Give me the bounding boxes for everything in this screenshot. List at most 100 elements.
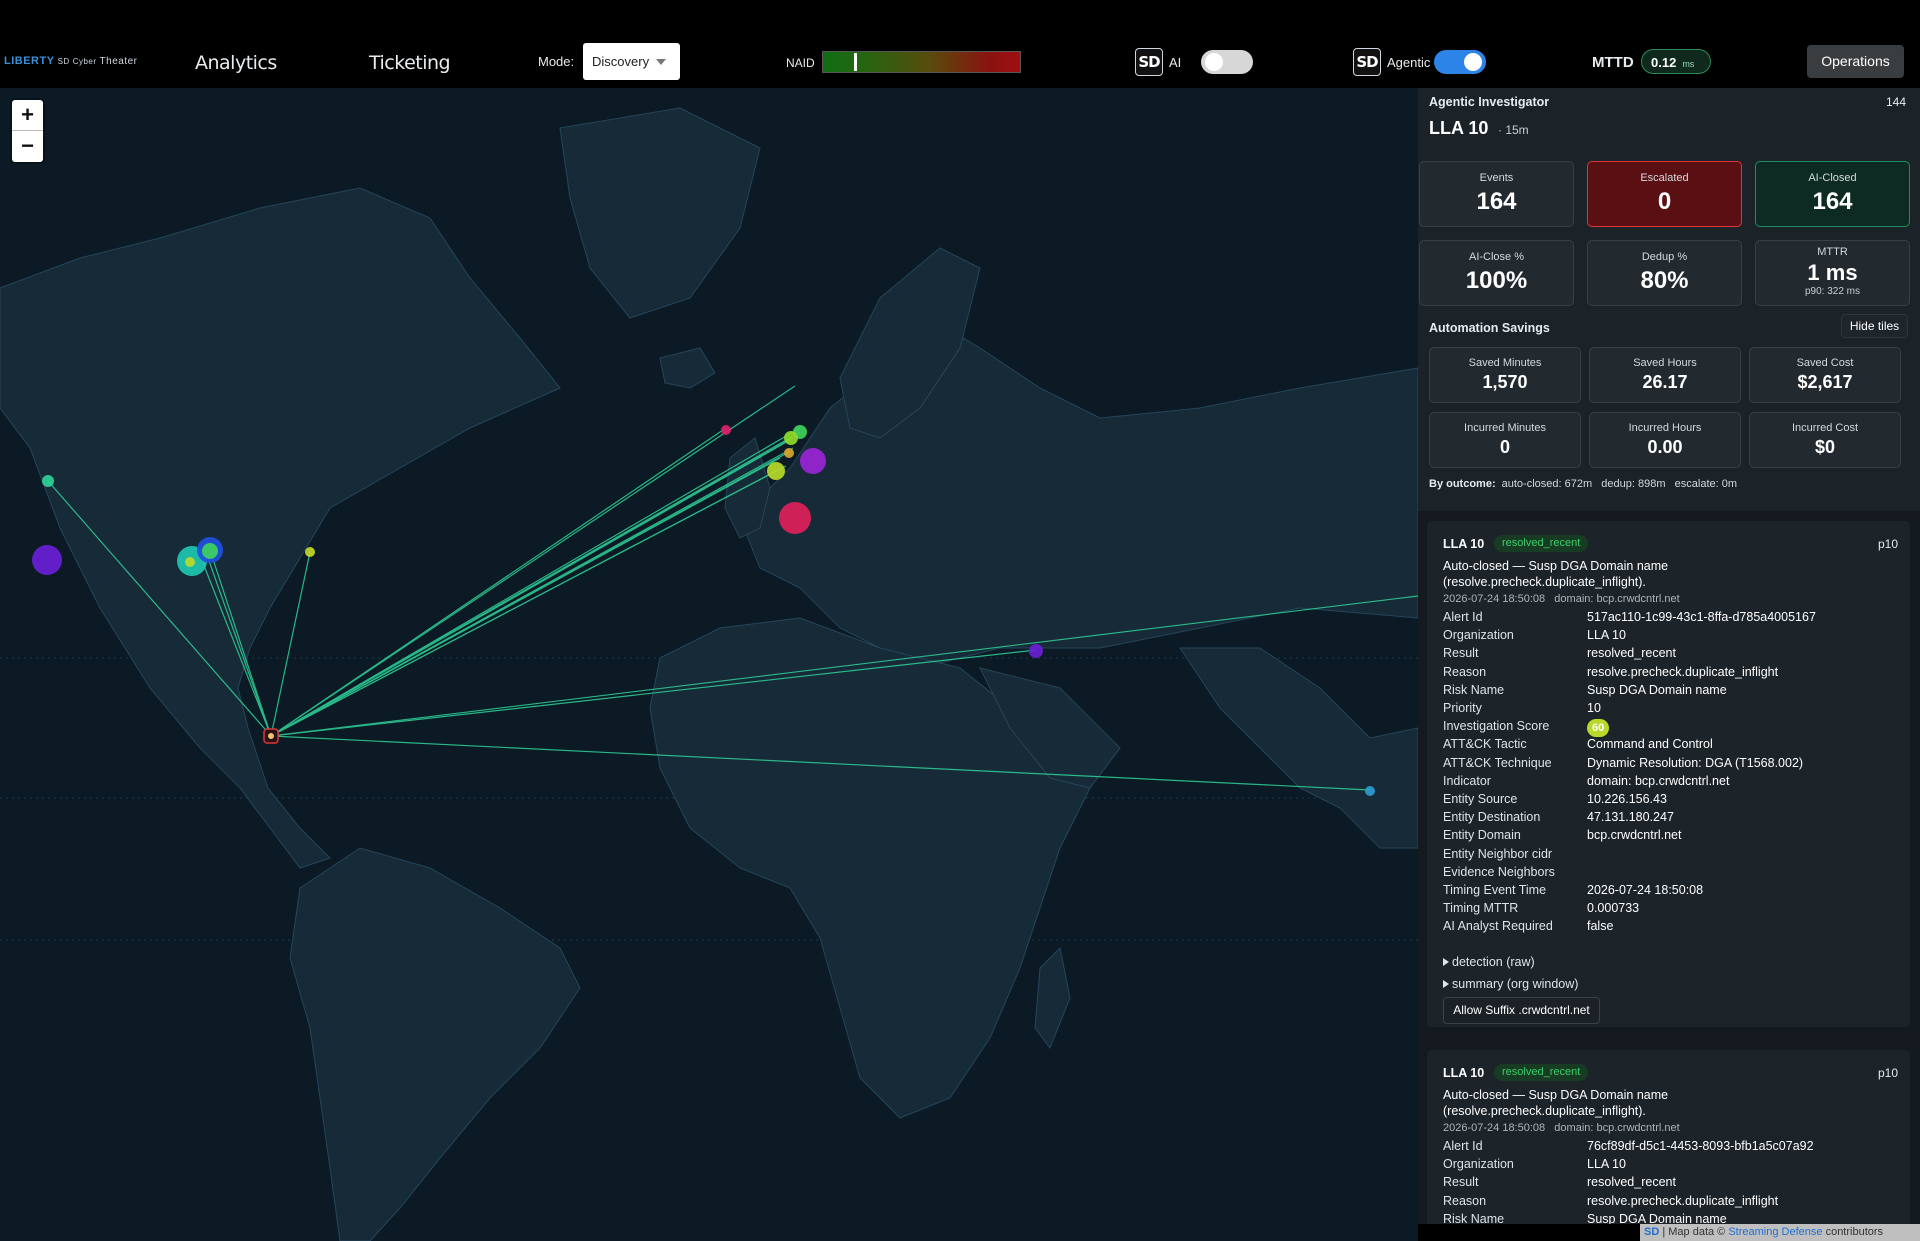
land-north-america: [0, 187, 561, 869]
tile-ai-close-pct[interactable]: AI-Close % 100%: [1419, 240, 1574, 306]
field-value: resolved_recent: [1587, 646, 1676, 661]
event-node[interactable]: [767, 462, 785, 480]
field-row: Investigation Score 60: [1443, 719, 1903, 738]
event-node[interactable]: [185, 557, 195, 567]
result-badge: resolved_recent: [1494, 1064, 1589, 1081]
agentic-toggle[interactable]: [1434, 50, 1486, 74]
mode-select[interactable]: Discovery: [583, 43, 680, 80]
panel-header: Agentic Investigator 144 LLA 10 · 15m Ev…: [1418, 88, 1920, 511]
tile-value: $0: [1814, 437, 1836, 457]
zoom-control: + −: [12, 100, 43, 162]
hide-tiles-button[interactable]: Hide tiles: [1841, 314, 1908, 338]
tile-label: Saved Cost: [1796, 357, 1854, 369]
event-node[interactable]: [784, 431, 798, 445]
field-key: Timing MTTR: [1443, 901, 1519, 916]
field-value: Susp DGA Domain name: [1587, 1211, 1727, 1224]
field-value: LLA 10: [1587, 1157, 1626, 1172]
land-greenland: [559, 107, 761, 319]
event-node[interactable]: [42, 475, 54, 487]
event-node[interactable]: [800, 448, 826, 474]
field-value: 2026-07-24 18:50:08: [1587, 883, 1704, 897]
card-summary: Auto-closed — Susp DGA Domain name (reso…: [1443, 559, 1669, 589]
naid-gauge: [822, 51, 1021, 73]
tile-saved-hours: Saved Hours 26.17: [1589, 347, 1741, 403]
by-outcome: By outcome: auto-closed: 672m dedup: 898m…: [1429, 478, 1737, 490]
brand-sub: SD: [57, 57, 70, 66]
field-row: Result resolved_recent: [1443, 646, 1903, 664]
chevron-down-icon: [656, 59, 666, 65]
tile-ai-closed[interactable]: AI-Closed 164: [1755, 161, 1910, 227]
tile-saved-minutes: Saved Minutes 1,570: [1429, 347, 1581, 403]
tile-value: 0: [1499, 437, 1510, 457]
operations-button[interactable]: Operations: [1807, 45, 1904, 78]
event-node[interactable]: [1029, 644, 1043, 658]
origin-marker-icon[interactable]: [263, 728, 279, 744]
zoom-in-button[interactable]: +: [12, 100, 43, 131]
field-key: Organization: [1443, 628, 1514, 643]
by-outcome-label: By outcome:: [1429, 478, 1496, 490]
naid-marker: [854, 53, 858, 71]
event-node[interactable]: [779, 502, 811, 534]
field-key: Risk Name: [1443, 1211, 1505, 1224]
tile-label: Saved Hours: [1633, 357, 1697, 369]
attribution-link[interactable]: Streaming Defense: [1728, 1226, 1822, 1238]
alert-card[interactable]: LLA 10 resolved_recent p10 Auto-closed —…: [1427, 1050, 1910, 1224]
field-key: Risk Name: [1443, 682, 1505, 697]
field-row: AI Analyst Required false: [1443, 919, 1903, 937]
field-row: Alert Id 76cf89df-d5c1-4453-8093-bfb1a5c0…: [1443, 1139, 1903, 1157]
panel-org: LLA 10: [1429, 118, 1489, 138]
card-priority: p10: [1877, 537, 1898, 551]
event-node[interactable]: [305, 547, 315, 557]
agentic-investigator-panel[interactable]: Agentic Investigator 144 LLA 10 · 15m Ev…: [1418, 88, 1920, 1224]
tile-escalated[interactable]: Escalated 0: [1587, 161, 1742, 227]
tile-value: 0.00: [1647, 437, 1683, 457]
field-row: Risk Name Susp DGA Domain name: [1443, 1212, 1903, 1224]
panel-count: 144: [1885, 95, 1906, 109]
field-key: ATT&CK Technique: [1443, 755, 1552, 770]
field-key: Alert Id: [1443, 610, 1483, 624]
card-org: LLA 10: [1443, 537, 1485, 551]
detection-raw-toggle[interactable]: detection (raw): [1443, 955, 1535, 969]
event-node[interactable]: [1365, 786, 1375, 796]
sd-ai-label: AI: [1169, 55, 1182, 70]
investigation-score: 60: [1587, 719, 1610, 738]
tile-incurred-minutes: Incurred Minutes 0: [1429, 412, 1581, 468]
allow-suffix-button[interactable]: Allow Suffix .crwdcntrl.net: [1443, 997, 1600, 1024]
field-key: Reason: [1443, 664, 1487, 679]
field-value: resolve.precheck.duplicate_inflight: [1587, 664, 1779, 679]
tile-events[interactable]: Events 164: [1419, 161, 1574, 227]
tile-label: Incurred Minutes: [1464, 422, 1546, 434]
field-key: Alert Id: [1443, 1139, 1483, 1153]
alert-card[interactable]: LLA 10 resolved_recent p10 Auto-closed —…: [1427, 521, 1910, 1027]
tile-dedup-pct[interactable]: Dedup % 80%: [1587, 240, 1742, 306]
ai-toggle[interactable]: [1201, 50, 1253, 74]
event-node[interactable]: [202, 543, 218, 559]
field-row: Result resolved_recent: [1443, 1175, 1903, 1193]
field-key: Entity Neighbor cidr: [1443, 846, 1553, 861]
score-pill: 60: [1587, 719, 1610, 738]
field-value: resolve.precheck.duplicate_inflight: [1587, 1193, 1779, 1208]
mttd-label: MTTD: [1592, 54, 1634, 71]
event-node[interactable]: [32, 545, 62, 575]
field-key: Evidence Neighbors: [1443, 864, 1555, 879]
attribution-sd: SD: [1644, 1226, 1660, 1238]
field-key: Entity Source: [1443, 792, 1518, 806]
zoom-out-button[interactable]: −: [12, 131, 43, 162]
card-meta: 2026-07-24 18:50:08 domain: bcp.crwdcntr…: [1443, 1122, 1680, 1134]
summary-window-toggle[interactable]: summary (org window): [1443, 977, 1578, 991]
nav-analytics[interactable]: Analytics: [195, 52, 277, 74]
world-map[interactable]: + −: [0, 88, 1418, 1241]
field-key: Result: [1443, 646, 1479, 661]
nav-ticketing[interactable]: Ticketing: [369, 52, 451, 74]
sd-agentic-badge-icon: SD: [1353, 48, 1381, 76]
tile-mttr[interactable]: MTTR 1 ms p90: 322 ms: [1755, 240, 1910, 306]
brand-logo[interactable]: LIBERTY SD Cyber Theater: [4, 55, 138, 67]
tile-value: 164: [1812, 188, 1853, 215]
event-node[interactable]: [721, 425, 731, 435]
mttd-value-pill: 0.12 ms: [1641, 49, 1711, 74]
field-value: 517ac110-1c99-43c1-8ffa-d785a4005167: [1587, 610, 1816, 624]
panel-title: Agentic Investigator: [1429, 95, 1550, 109]
attribution-text: | Map data ©: [1659, 1226, 1729, 1238]
field-key: Reason: [1443, 1193, 1487, 1208]
event-node[interactable]: [784, 448, 794, 458]
